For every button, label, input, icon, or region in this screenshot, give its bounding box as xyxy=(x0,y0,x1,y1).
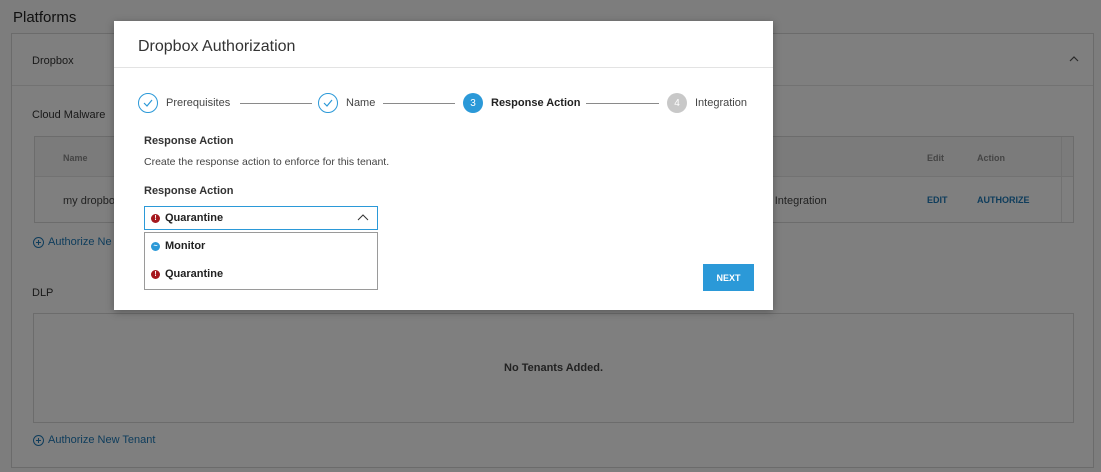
modal-divider xyxy=(114,67,773,68)
check-circle-icon xyxy=(138,93,158,113)
step-number-marker: 3 xyxy=(463,93,483,113)
dropbox-authorization-modal: Dropbox Authorization Prerequisites Name… xyxy=(114,21,773,310)
chevron-up-icon xyxy=(357,214,369,221)
step-name[interactable]: Name xyxy=(318,93,375,113)
step-connector xyxy=(240,103,312,104)
step-integration[interactable]: 4 Integration xyxy=(667,93,747,113)
response-action-field-label: Response Action xyxy=(144,185,234,197)
step-prerequisites[interactable]: Prerequisites xyxy=(138,93,230,113)
option-quarantine[interactable]: ! Quarantine xyxy=(151,268,223,280)
next-button[interactable]: NEXT xyxy=(703,264,754,291)
step-connector xyxy=(586,103,659,104)
step-label: Integration xyxy=(695,97,747,109)
step-connector xyxy=(383,103,455,104)
option-label: Quarantine xyxy=(165,268,224,280)
selected-value: Quarantine xyxy=(165,212,224,224)
section-description: Create the response action to enforce fo… xyxy=(144,156,390,168)
option-monitor[interactable]: ~ Monitor xyxy=(151,240,205,252)
quarantine-icon: ! xyxy=(151,213,160,223)
step-label: Name xyxy=(346,97,376,109)
step-number-marker: 4 xyxy=(667,93,687,113)
check-circle-icon xyxy=(318,93,338,113)
step-response-action[interactable]: 3 Response Action xyxy=(463,93,580,113)
step-label: Response Action xyxy=(491,97,581,109)
modal-title: Dropbox Authorization xyxy=(138,38,296,55)
response-action-select[interactable]: ! Quarantine xyxy=(144,206,378,230)
response-action-options: ~ Monitor ! Quarantine xyxy=(144,232,378,290)
section-heading: Response Action xyxy=(144,135,234,147)
monitor-icon: ~ xyxy=(151,241,160,251)
step-label: Prerequisites xyxy=(166,97,231,109)
option-label: Monitor xyxy=(165,240,206,252)
quarantine-icon: ! xyxy=(151,269,160,279)
wizard-stepper: Prerequisites Name 3 Response Action 4 I… xyxy=(138,93,748,113)
